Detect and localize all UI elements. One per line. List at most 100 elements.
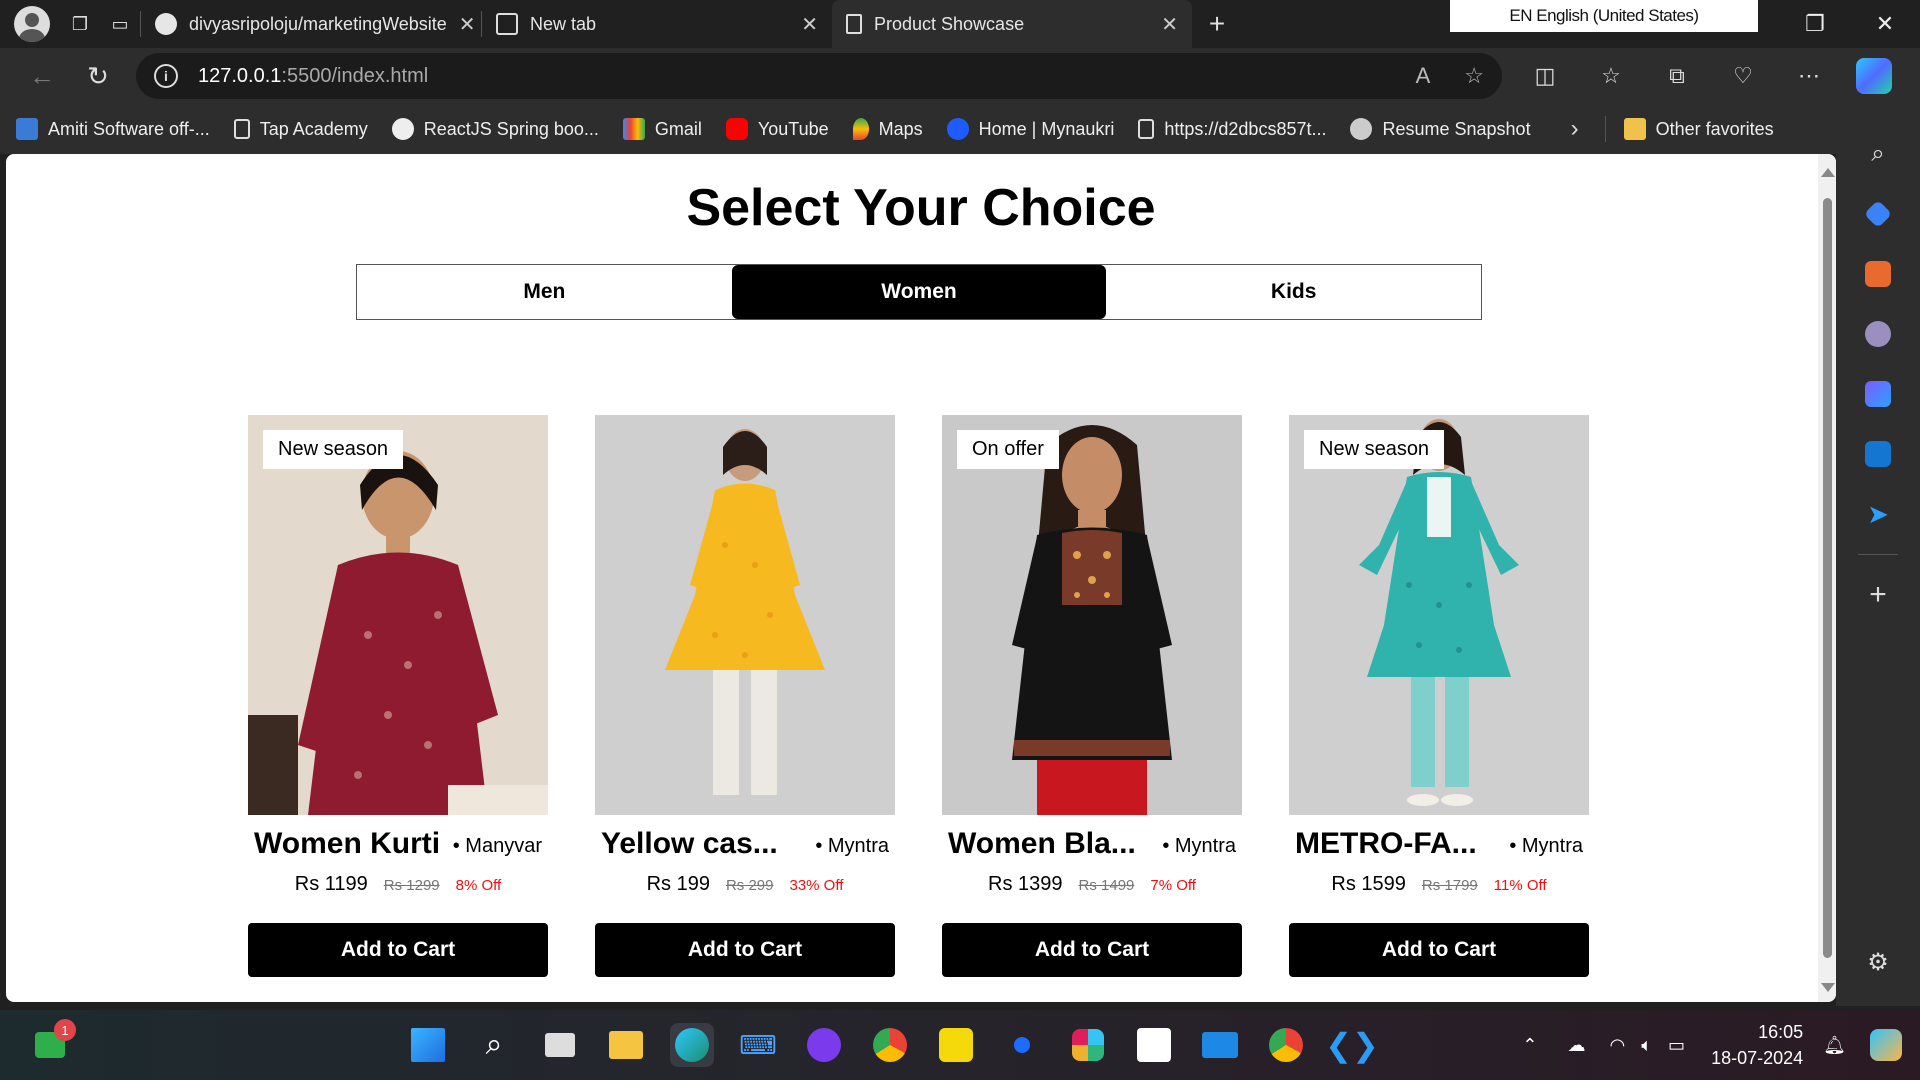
- favorite-item[interactable]: Home | Mynaukri: [946, 118, 1114, 140]
- favorite-item[interactable]: YouTube: [725, 118, 829, 140]
- favorite-label: Gmail: [654, 118, 702, 139]
- product-image[interactable]: New season: [1289, 415, 1589, 815]
- tab-product-showcase[interactable]: Product Showcase ✕: [832, 0, 1192, 48]
- address-bar[interactable]: i 127.0.0.1:5500/index.html A ☆: [136, 53, 1502, 99]
- search-icon[interactable]: ⌕: [472, 1023, 516, 1067]
- volume-icon[interactable]: 🔈︎: [1641, 1035, 1652, 1056]
- favorite-item[interactable]: Resume Snapshot: [1350, 118, 1531, 140]
- add-icon[interactable]: +: [1856, 565, 1900, 625]
- refresh-icon[interactable]: ↻: [70, 52, 126, 100]
- other-favorites[interactable]: Other favorites: [1623, 118, 1774, 140]
- favorite-label: Other favorites: [1655, 118, 1774, 139]
- zoom-icon[interactable]: [1000, 1023, 1044, 1067]
- page-viewport: Select Your Choice Men Women Kids New se…: [6, 154, 1836, 1002]
- category-tab-kids[interactable]: Kids: [1106, 265, 1481, 319]
- copilot-icon[interactable]: [1870, 1029, 1902, 1061]
- restore-icon[interactable]: ❐: [1780, 0, 1850, 48]
- close-icon[interactable]: ✕: [1161, 12, 1178, 37]
- product-image[interactable]: On offer: [942, 415, 1242, 815]
- chrome-icon[interactable]: [868, 1023, 912, 1067]
- product-image[interactable]: New season: [248, 415, 548, 815]
- wifi-icon[interactable]: ◠: [1610, 1035, 1626, 1056]
- favorite-item[interactable]: ReactJS Spring boo...: [391, 118, 599, 140]
- back-arrow-icon[interactable]: ←: [14, 52, 70, 100]
- toolbox-icon[interactable]: [1856, 244, 1900, 304]
- onedrive-icon[interactable]: ☁: [1568, 1035, 1586, 1056]
- clock[interactable]: 16:05 18-07-2024: [1711, 1019, 1803, 1071]
- more-menu-icon[interactable]: ⋯: [1776, 63, 1842, 89]
- search-icon[interactable]: ⌕: [1856, 124, 1900, 184]
- file-explorer-icon[interactable]: [604, 1023, 648, 1067]
- edge-browser-icon[interactable]: [670, 1023, 714, 1067]
- chrome-profile-icon[interactable]: [1264, 1023, 1308, 1067]
- tab-github[interactable]: divyasripoloju/marketingWebsite ✕: [141, 0, 481, 48]
- favorite-item[interactable]: Tap Academy: [233, 118, 368, 140]
- favorite-item[interactable]: Maps: [852, 118, 923, 140]
- sticky-app-icon[interactable]: [934, 1023, 978, 1067]
- read-aloud-icon[interactable]: A: [1416, 63, 1431, 89]
- favorite-item[interactable]: Amiti Software off-...: [16, 118, 210, 140]
- add-to-cart-button[interactable]: Add to Cart: [1289, 923, 1589, 977]
- new-tab-page-icon: [496, 13, 518, 35]
- product-mrp: Rs 299: [725, 877, 774, 894]
- add-to-cart-button[interactable]: Add to Cart: [595, 923, 895, 977]
- product-discount: 33% Off: [789, 877, 844, 894]
- task-view-icon[interactable]: [538, 1023, 582, 1067]
- close-icon[interactable]: ✕: [801, 12, 818, 37]
- product-brand: Myntra: [1162, 835, 1236, 858]
- product-card: Yellow cas... Myntra Rs 199 Rs 299 33% O…: [595, 415, 895, 977]
- copilot-icon[interactable]: [1856, 58, 1892, 94]
- new-tab-button[interactable]: +: [1192, 8, 1242, 40]
- browser-essentials-icon[interactable]: ♡: [1710, 63, 1776, 89]
- settings-gear-icon[interactable]: ⚙: [1856, 932, 1900, 992]
- add-to-cart-button[interactable]: Add to Cart: [942, 923, 1242, 977]
- windows-start-icon[interactable]: [406, 1023, 450, 1067]
- proton-vpn-icon[interactable]: [802, 1023, 846, 1067]
- product-image[interactable]: [595, 415, 895, 815]
- collections-icon[interactable]: ⧉: [1644, 63, 1710, 89]
- terminal-icon[interactable]: ⌨: [736, 1023, 780, 1067]
- tab-actions-icon[interactable]: ▭: [100, 4, 140, 44]
- close-icon[interactable]: ✕: [459, 12, 476, 37]
- chevron-up-icon[interactable]: ⌃: [1522, 1035, 1537, 1056]
- send-icon[interactable]: ➤: [1856, 484, 1900, 544]
- teams-chat-icon[interactable]: 1: [28, 1019, 76, 1067]
- mail-icon[interactable]: [1198, 1023, 1242, 1067]
- product-name: METRO-FA...: [1295, 827, 1477, 860]
- url-path: :5500/index.html: [281, 64, 429, 87]
- language-indicator[interactable]: EN English (United States): [1450, 0, 1758, 32]
- favorite-label: Tap Academy: [259, 118, 368, 139]
- scroll-up-arrow-icon[interactable]: [1821, 168, 1835, 177]
- shopping-tag-icon[interactable]: [1856, 184, 1900, 244]
- microsoft-365-icon[interactable]: [1856, 364, 1900, 424]
- system-tray: ⌃ ☁ ◠ 🔈︎ ▭ 16:05 18-07-2024 🔔︎: [1522, 1010, 1920, 1080]
- product-badge: New season: [1304, 430, 1445, 469]
- scroll-down-arrow-icon[interactable]: [1821, 983, 1835, 992]
- favorite-item[interactable]: https://d2dbcs857t...: [1138, 119, 1326, 140]
- slack-icon[interactable]: [1066, 1023, 1110, 1067]
- split-screen-icon[interactable]: ◫: [1512, 63, 1578, 89]
- favorite-label: Amiti Software off-...: [48, 118, 210, 139]
- scrollbar-thumb[interactable]: [1823, 198, 1832, 958]
- favorites-icon[interactable]: ☆: [1578, 63, 1644, 89]
- wps-office-icon[interactable]: [1132, 1023, 1176, 1067]
- page-scrollbar[interactable]: [1818, 154, 1836, 1002]
- category-tab-women[interactable]: Women: [731, 265, 1107, 319]
- outlook-icon[interactable]: [1856, 424, 1900, 484]
- chevron-right-icon[interactable]: ›: [1571, 115, 1579, 143]
- category-tab-men[interactable]: Men: [357, 265, 732, 319]
- site-info-icon[interactable]: i: [154, 64, 178, 88]
- battery-icon[interactable]: ▭: [1668, 1035, 1685, 1056]
- favorite-item[interactable]: Gmail: [622, 118, 702, 140]
- games-icon[interactable]: [1856, 304, 1900, 364]
- favorite-star-icon[interactable]: ☆: [1464, 63, 1484, 89]
- tab-new-tab[interactable]: New tab ✕: [482, 0, 832, 48]
- notifications-bell-icon[interactable]: 🔔︎: [1823, 1035, 1846, 1056]
- favorite-label: ReactJS Spring boo...: [423, 118, 599, 139]
- window-close-icon[interactable]: ✕: [1850, 0, 1920, 48]
- address-toolbar: ← ↻ i 127.0.0.1:5500/index.html A ☆ ◫ ☆ …: [0, 48, 1920, 104]
- workspaces-icon[interactable]: ❐: [60, 4, 100, 44]
- vscode-icon[interactable]: ❮❯: [1325, 1023, 1379, 1067]
- add-to-cart-button[interactable]: Add to Cart: [248, 923, 548, 977]
- profile-avatar-icon[interactable]: [14, 6, 50, 42]
